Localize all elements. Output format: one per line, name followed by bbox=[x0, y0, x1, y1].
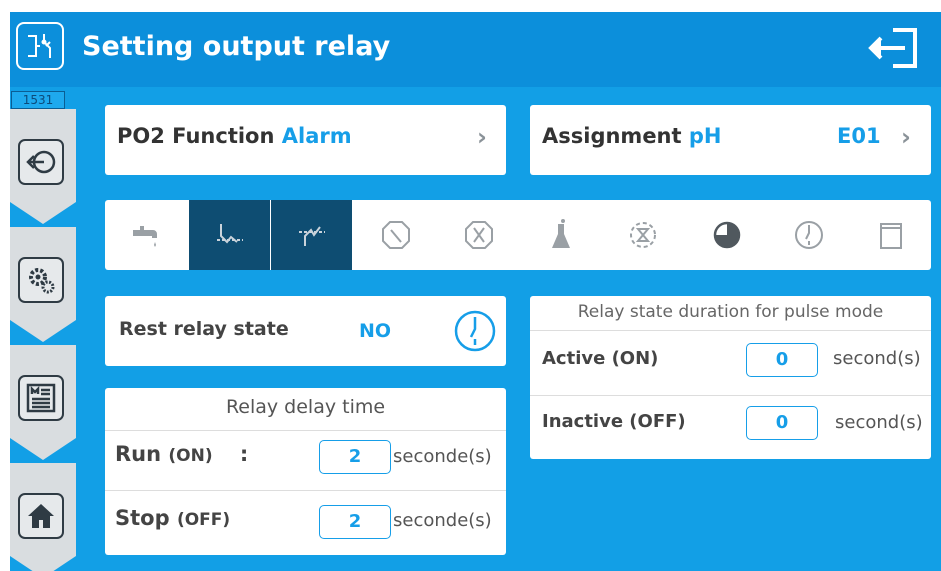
function-label: PO2 Function bbox=[117, 124, 275, 148]
rest-relay-state[interactable]: Rest relay state NO bbox=[105, 296, 506, 366]
high-threshold-icon[interactable] bbox=[271, 200, 352, 270]
delay-title: Relay delay time bbox=[225, 396, 386, 418]
screen: Setting output relay 1531 PO2 Function A… bbox=[0, 0, 941, 571]
sidebar-home-button[interactable] bbox=[10, 463, 76, 571]
main-frame: Setting output relay 1531 PO2 Function A… bbox=[10, 12, 941, 571]
stop-sub: (OFF) bbox=[176, 510, 231, 530]
rest-relay-label: Rest relay state bbox=[119, 318, 289, 340]
stop-label: Stop bbox=[115, 506, 170, 530]
exit-icon[interactable] bbox=[865, 24, 923, 72]
run-delay-input[interactable]: 2 bbox=[319, 440, 391, 474]
page-title: Setting output relay bbox=[82, 31, 391, 62]
active-unit: second(s) bbox=[833, 348, 921, 369]
active-label: Active (ON) bbox=[542, 348, 659, 369]
function-selector[interactable]: PO2 Function Alarm › bbox=[105, 105, 506, 175]
menu-list-icon bbox=[18, 375, 64, 421]
title-bar: Setting output relay bbox=[10, 12, 941, 87]
low-threshold-icon[interactable] bbox=[189, 200, 270, 270]
assignment-code: E01 bbox=[837, 124, 881, 148]
clock-icon[interactable] bbox=[768, 200, 849, 270]
assignment-value: pH bbox=[688, 124, 722, 148]
inactive-duration-input[interactable]: 0 bbox=[746, 406, 818, 440]
sidebar-menu-button[interactable] bbox=[10, 345, 76, 460]
faucet-icon[interactable] bbox=[105, 200, 186, 270]
container-icon[interactable] bbox=[850, 200, 931, 270]
inactive-unit: second(s) bbox=[835, 412, 923, 433]
function-value: Alarm bbox=[281, 124, 352, 148]
function-icon-strip bbox=[105, 200, 931, 270]
sidebar-back-button[interactable] bbox=[10, 109, 76, 224]
flask-icon[interactable] bbox=[520, 200, 601, 270]
inactive-label: Inactive (OFF) bbox=[542, 411, 686, 432]
run-unit: seconde(s) bbox=[393, 446, 492, 467]
stop-delay-input[interactable]: 2 bbox=[319, 505, 391, 539]
stop-unit: seconde(s) bbox=[393, 510, 492, 531]
pulse-mode-card: Relay state duration for pulse mode Acti… bbox=[530, 296, 931, 459]
relay-delay-card: Relay delay time Run (ON) : 2 seconde(s)… bbox=[105, 388, 506, 555]
home-icon bbox=[18, 493, 64, 539]
assignment-selector[interactable]: Assignment pH E01 › bbox=[530, 105, 931, 175]
fan-off-icon[interactable] bbox=[438, 200, 519, 270]
back-arrow-icon bbox=[18, 139, 64, 185]
assignment-label: Assignment bbox=[542, 124, 682, 148]
run-label: Run bbox=[115, 442, 162, 466]
chevron-right-icon: › bbox=[477, 123, 487, 151]
timer-cycle-icon[interactable] bbox=[602, 200, 683, 270]
id-badge: 1531 bbox=[11, 91, 65, 109]
chevron-right-icon: › bbox=[901, 123, 911, 151]
relay-switch-icon bbox=[16, 22, 64, 70]
gears-icon bbox=[18, 257, 64, 303]
pie-clock-icon[interactable] bbox=[686, 200, 767, 270]
sidebar bbox=[10, 109, 76, 571]
rest-relay-value: NO bbox=[359, 320, 392, 342]
relay-contact-icon[interactable] bbox=[453, 309, 497, 357]
active-duration-input[interactable]: 0 bbox=[746, 343, 818, 377]
pulse-title: Relay state duration for pulse mode bbox=[577, 302, 884, 322]
run-sub: (ON) bbox=[168, 446, 213, 466]
sidebar-settings-button[interactable] bbox=[10, 227, 76, 342]
run-colon: : bbox=[239, 442, 249, 466]
prohibited-icon[interactable] bbox=[355, 200, 436, 270]
